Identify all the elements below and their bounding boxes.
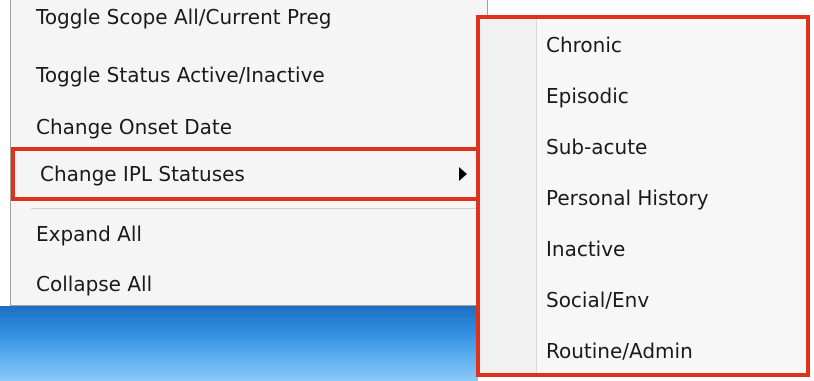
menu-item-change-onset-date[interactable]: Change Onset Date [11,101,487,153]
submenu-item-inactive[interactable]: Inactive [536,223,806,275]
menu-item-label: Toggle Status Active/Inactive [36,63,325,87]
menu-item-label: Change IPL Statuses [40,162,245,186]
menu-item-label: Change Onset Date [36,115,233,139]
menu-item-collapse-all[interactable]: Collapse All [11,258,487,310]
ipl-status-submenu: Chronic Episodic Sub-acute Personal Hist… [476,15,810,377]
submenu-item-episodic[interactable]: Episodic [536,70,806,122]
menu-item-toggle-status[interactable]: Toggle Status Active/Inactive [11,49,487,101]
submenu-item-label: Inactive [546,237,626,261]
submenu-item-social-env[interactable]: Social/Env [536,274,806,326]
submenu-item-label: Sub-acute [546,135,648,159]
submenu-item-label: Chronic [546,33,622,57]
menu-item-toggle-scope[interactable]: Toggle Scope All/Current Preg [11,0,487,43]
submenu-item-routine-admin[interactable]: Routine/Admin [536,325,806,377]
menu-item-label: Expand All [36,222,142,246]
submenu-item-personal-history[interactable]: Personal History [536,172,806,224]
menu-item-label: Collapse All [36,272,153,296]
menu-item-expand-all[interactable]: Expand All [11,208,487,260]
submenu-item-label: Personal History [546,186,709,210]
submenu-item-label: Social/Env [546,288,650,312]
submenu-item-label: Episodic [546,84,629,108]
chevron-right-icon [459,167,467,181]
menu-item-change-ipl-statuses[interactable]: Change IPL Statuses [11,147,485,201]
submenu-item-label: Routine/Admin [546,339,693,363]
submenu-item-sub-acute[interactable]: Sub-acute [536,121,806,173]
menu-item-label: Toggle Scope All/Current Preg [36,5,332,29]
submenu-item-chronic[interactable]: Chronic [536,19,806,71]
submenu-icon-gutter [480,19,537,373]
desktop-background [0,306,478,381]
context-menu: Toggle Scope All/Current Preg Toggle Sta… [10,0,488,306]
